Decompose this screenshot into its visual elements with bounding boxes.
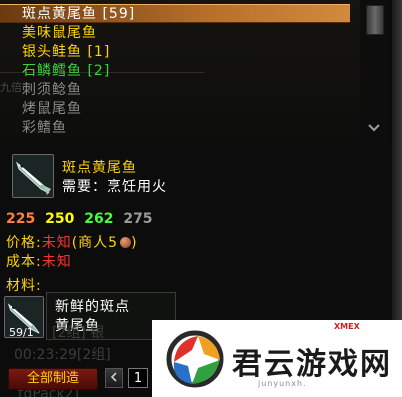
logo-icon [166,330,224,388]
ghost-label: 九倍 [0,81,22,94]
copper-coin-icon [120,237,132,248]
materials-label: 材料: [6,278,42,294]
recipe-item-label: 美味鼠尾鱼 [22,25,97,41]
cost-label: 成本: [6,254,42,270]
price-label: 价格: [6,235,42,251]
watermark-badge: XMEX [334,322,360,331]
skill-level-orange: 225 [6,211,36,227]
create-all-button[interactable]: 全部制造 [8,368,98,390]
reagent-count: 59/1 [9,326,34,339]
price-vendor: (商人5 [71,235,119,251]
item-title: 斑点黄尾鱼 [62,160,137,176]
watermark-subtitle: junyunxh. [258,379,307,388]
recipe-item[interactable]: 彩鳍鱼 [22,119,67,138]
recipe-item-label: 斑点黄尾鱼 [59] [22,6,136,22]
ghost-text: 00:23:29[2组] [14,347,111,363]
requires-text: 需要：烹饪用火 [62,179,167,195]
reagent-name-line1: 新鲜的斑点 [55,299,130,315]
recipe-item[interactable]: 烤鼠尾鱼 [22,100,82,119]
quantity-input[interactable] [128,368,148,388]
recipe-item-label: 刺须鲶鱼 [22,82,82,98]
scroll-thumb[interactable] [366,5,384,35]
recipe-list: 九倍 斑点黄尾鱼 [59] 美味鼠尾鱼 银头鲑鱼 [1] 石鳞鳕鱼 [2] 刺须… [0,0,360,146]
skill-level-green: 262 [84,211,114,227]
chevron-down-icon[interactable] [364,120,384,138]
skill-levels: 225 250 262 275 [6,211,158,227]
recipe-item-label: 烤鼠尾鱼 [22,101,82,117]
recipe-item-selected[interactable]: 斑点黄尾鱼 [59] [0,4,350,23]
price-value: 未知 [41,235,72,251]
skill-level-yellow: 250 [45,211,75,227]
recipe-item[interactable]: 刺须鲶鱼 [22,81,82,100]
recipe-item-label: 银头鲑鱼 [1] [22,44,111,60]
recipe-item-label: 彩鳍鱼 [22,120,67,136]
cost-value: 未知 [41,254,72,270]
skill-level-gray: 275 [123,211,153,227]
tradeskill-window: 九倍 斑点黄尾鱼 [59] 美味鼠尾鱼 银头鲑鱼 [1] 石鳞鳕鱼 [2] 刺须… [0,0,402,397]
cost-row: 成本:未知 [6,251,72,271]
recipe-item[interactable]: 银头鲑鱼 [1] [22,43,110,62]
ghost-text: [2组] 银 [52,325,105,341]
fish-icon[interactable] [12,154,54,198]
recipe-item-label: 石鳞鳕鱼 [2] [22,63,111,79]
recipe-item[interactable]: 石鳞鳕鱼 [2] [22,62,110,81]
chevron-left-icon[interactable] [105,368,123,388]
recipe-item[interactable]: 美味鼠尾鱼 [22,24,97,43]
watermark-title: 君云游戏网 [232,347,392,382]
price-row: 价格:未知(商人5) [6,235,138,251]
